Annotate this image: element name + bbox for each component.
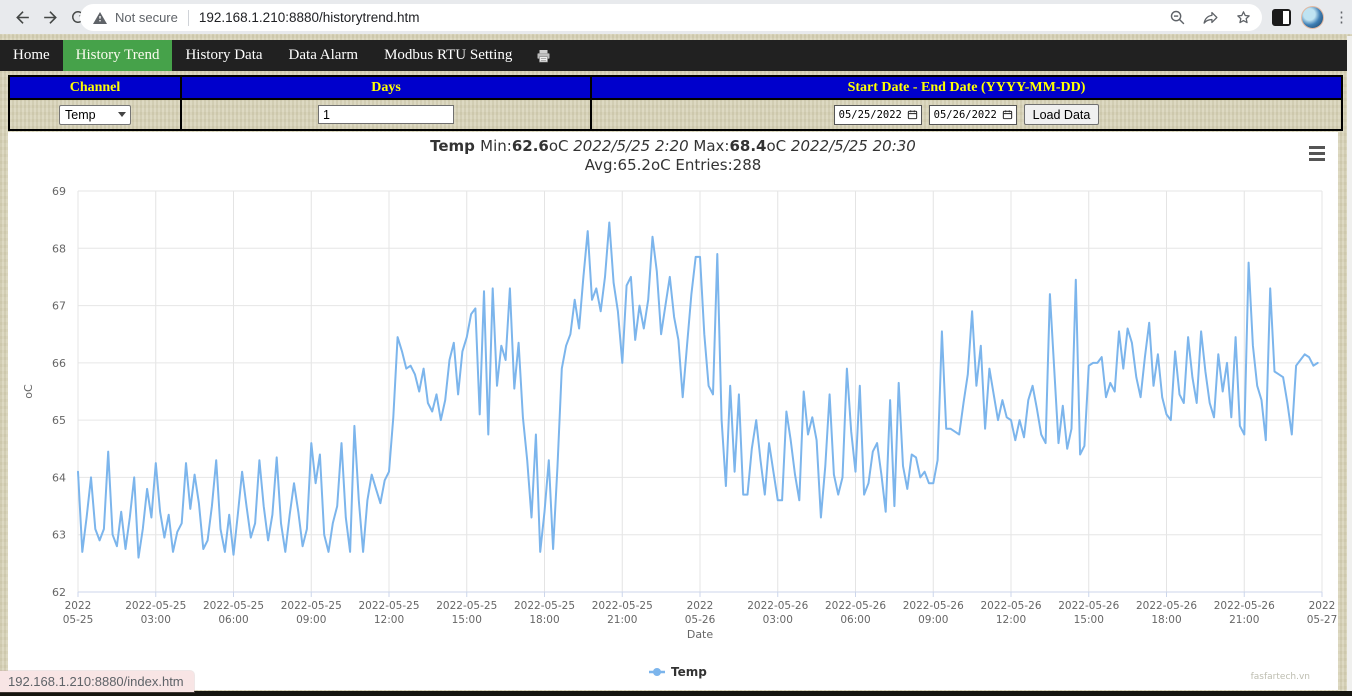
chevron-down-icon: [118, 112, 126, 117]
svg-text:03:00: 03:00: [763, 614, 793, 626]
site-navbar: Home History Trend History Data Data Ala…: [0, 40, 1347, 71]
temp-trend-chart: 62 63 64 65 66 67 68 69 2022 05-25 2022-05-25 03:00…: [8, 132, 1338, 690]
svg-text:2022-05-25: 2022-05-25: [514, 600, 575, 612]
svg-text:21:00: 21:00: [607, 614, 637, 626]
chart-title: Temp Min:62.6oC 2022/5/25 2:20 Max:68.4o…: [8, 137, 1338, 155]
date-range-header: Start Date - End Date (YYYY-MM-DD): [591, 76, 1342, 99]
svg-text:09:00: 09:00: [296, 614, 326, 626]
svg-text:Temp: Temp: [671, 665, 707, 679]
svg-text:09:00: 09:00: [918, 614, 948, 626]
watermark: fasfartech.vn: [1251, 672, 1310, 682]
svg-text:67: 67: [52, 300, 66, 313]
chart-subtitle: Avg:65.2oC Entries:288: [8, 156, 1338, 174]
svg-text:03:00: 03:00: [141, 614, 171, 626]
svg-text:2022-05-25: 2022-05-25: [436, 600, 497, 612]
svg-text:2022-05-25: 2022-05-25: [125, 600, 186, 612]
kebab-menu-icon[interactable]: ⋮: [1334, 10, 1348, 25]
svg-text:15:00: 15:00: [452, 614, 482, 626]
bookmark-star-icon[interactable]: [1235, 9, 1252, 26]
svg-text:12:00: 12:00: [374, 614, 404, 626]
page-scrollbar[interactable]: [1347, 36, 1352, 691]
svg-text:12:00: 12:00: [996, 614, 1026, 626]
svg-text:2022: 2022: [65, 600, 92, 612]
svg-text:66: 66: [52, 357, 66, 370]
svg-text:2022-05-26: 2022-05-26: [903, 600, 964, 612]
svg-text:05-25: 05-25: [63, 614, 94, 626]
svg-text:2022-05-25: 2022-05-25: [203, 600, 264, 612]
svg-text:18:00: 18:00: [1151, 614, 1181, 626]
svg-text:Date: Date: [687, 628, 714, 641]
window-bottom-edge: [0, 691, 1352, 696]
svg-text:65: 65: [52, 414, 66, 427]
svg-text:15:00: 15:00: [1074, 614, 1104, 626]
svg-text:2022-05-26: 2022-05-26: [825, 600, 886, 612]
url-text[interactable]: 192.168.1.210:8880/historytrend.htm: [199, 10, 1161, 25]
end-date-input[interactable]: 05/26/2022: [929, 105, 1017, 125]
tab-home[interactable]: Home: [0, 40, 63, 71]
screen: Not secure 192.168.1.210:8880/historytre…: [0, 0, 1352, 696]
chart-context-menu-icon[interactable]: [1304, 142, 1330, 164]
browser-toolbar: Not secure 192.168.1.210:8880/historytre…: [0, 0, 1352, 34]
svg-text:oC: oC: [22, 384, 35, 399]
filter-table: Channel Days Start Date - End Date (YYYY…: [8, 75, 1343, 131]
start-date-input[interactable]: 05/25/2022: [834, 105, 922, 125]
tab-history-data[interactable]: History Data: [172, 40, 275, 71]
url-bar[interactable]: Not secure 192.168.1.210:8880/historytre…: [80, 4, 1262, 31]
channel-select[interactable]: Temp: [59, 105, 131, 125]
days-header: Days: [181, 76, 591, 99]
svg-text:2022-05-26: 2022-05-26: [747, 600, 808, 612]
svg-text:2022-05-26: 2022-05-26: [1214, 600, 1275, 612]
svg-text:2022: 2022: [687, 600, 714, 612]
share-icon[interactable]: [1202, 9, 1219, 26]
tab-history-trend[interactable]: History Trend: [63, 40, 173, 71]
svg-text:64: 64: [52, 471, 66, 484]
chart-panel: 62 63 64 65 66 67 68 69 2022 05-25 2022-05-25 03:00…: [8, 132, 1338, 690]
calendar-icon: [907, 109, 918, 120]
svg-text:62: 62: [52, 586, 66, 599]
svg-text:06:00: 06:00: [218, 614, 248, 626]
print-button[interactable]: [525, 40, 562, 71]
load-data-button[interactable]: Load Data: [1024, 104, 1100, 125]
svg-text:2022-05-25: 2022-05-25: [281, 600, 342, 612]
zoom-out-icon[interactable]: [1169, 9, 1186, 26]
svg-text:2022: 2022: [1309, 600, 1336, 612]
days-input[interactable]: 1: [318, 105, 454, 124]
legend-item-temp: Temp: [649, 665, 707, 679]
svg-text:68: 68: [52, 242, 66, 255]
status-bar-link: 192.168.1.210:8880/index.htm: [0, 671, 194, 692]
tab-modbus-rtu-setting[interactable]: Modbus RTU Setting: [371, 40, 525, 71]
svg-text:21:00: 21:00: [1229, 614, 1259, 626]
svg-text:2022-05-25: 2022-05-25: [592, 600, 653, 612]
forward-icon[interactable]: [36, 3, 64, 31]
divider: [188, 10, 189, 26]
back-icon[interactable]: [8, 3, 36, 31]
channel-header: Channel: [9, 76, 181, 99]
side-panel-icon[interactable]: [1272, 9, 1291, 26]
svg-text:2022-05-25: 2022-05-25: [358, 600, 419, 612]
svg-text:2022-05-26: 2022-05-26: [1136, 600, 1197, 612]
avatar[interactable]: [1301, 6, 1324, 29]
svg-text:69: 69: [52, 185, 66, 198]
svg-text:05-27: 05-27: [1307, 614, 1338, 626]
svg-text:2022-05-26: 2022-05-26: [980, 600, 1041, 612]
svg-text:63: 63: [52, 529, 66, 542]
warning-triangle-icon: [92, 10, 108, 26]
svg-text:06:00: 06:00: [840, 614, 870, 626]
svg-text:18:00: 18:00: [529, 614, 559, 626]
svg-text:2022-05-26: 2022-05-26: [1058, 600, 1119, 612]
tab-data-alarm[interactable]: Data Alarm: [276, 40, 372, 71]
calendar-icon: [1002, 109, 1013, 120]
printer-icon: [535, 48, 552, 64]
not-secure-label: Not secure: [115, 10, 178, 25]
svg-text:05-26: 05-26: [685, 614, 716, 626]
